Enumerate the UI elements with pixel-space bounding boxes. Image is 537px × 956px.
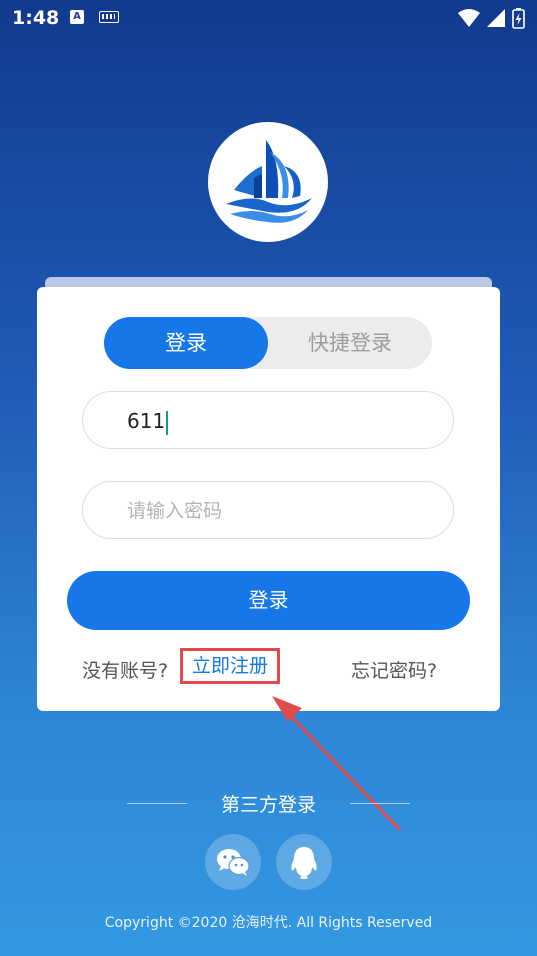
notification-a-icon: A [70,10,84,24]
tab-quick-login[interactable]: 快捷登录 [268,317,432,369]
login-mode-tabs: 登录 快捷登录 [104,317,432,369]
status-bar: 1:48 A [0,0,537,36]
username-value: 611 [127,409,166,433]
signal-icon [487,9,505,27]
sailboat-logo-icon [226,140,312,223]
no-account-label: 没有账号? [82,660,169,682]
app-logo [208,122,328,242]
password-placeholder: 请输入密码 [127,500,223,522]
text-cursor [166,410,169,435]
qq-login-button[interactable] [276,834,332,890]
tab-password-login[interactable]: 登录 [104,317,268,369]
register-link[interactable]: 立即注册 [180,648,280,684]
wechat-login-button[interactable] [205,834,261,890]
battery-icon [512,8,525,29]
third-party-title: 第三方登录 [220,794,316,816]
wechat-icon [217,849,250,876]
forgot-password-link[interactable]: 忘记密码? [351,656,437,683]
keyboard-icon [99,11,119,23]
password-input[interactable]: 请输入密码 [82,481,454,539]
wifi-icon [458,9,480,27]
divider-left [127,803,187,804]
status-icons [458,8,525,29]
login-button[interactable]: 登录 [67,571,470,630]
divider-right [350,803,410,804]
login-card: 登录 快捷登录 611 请输入密码 登录 没有账号? 立即注册 忘记密码? [37,287,500,711]
qq-icon [291,847,317,879]
copyright-text: Copyright ©2020 沧海时代. All Rights Reserve… [104,915,433,931]
status-time: 1:48 [12,7,60,29]
username-input[interactable]: 611 [82,391,454,449]
